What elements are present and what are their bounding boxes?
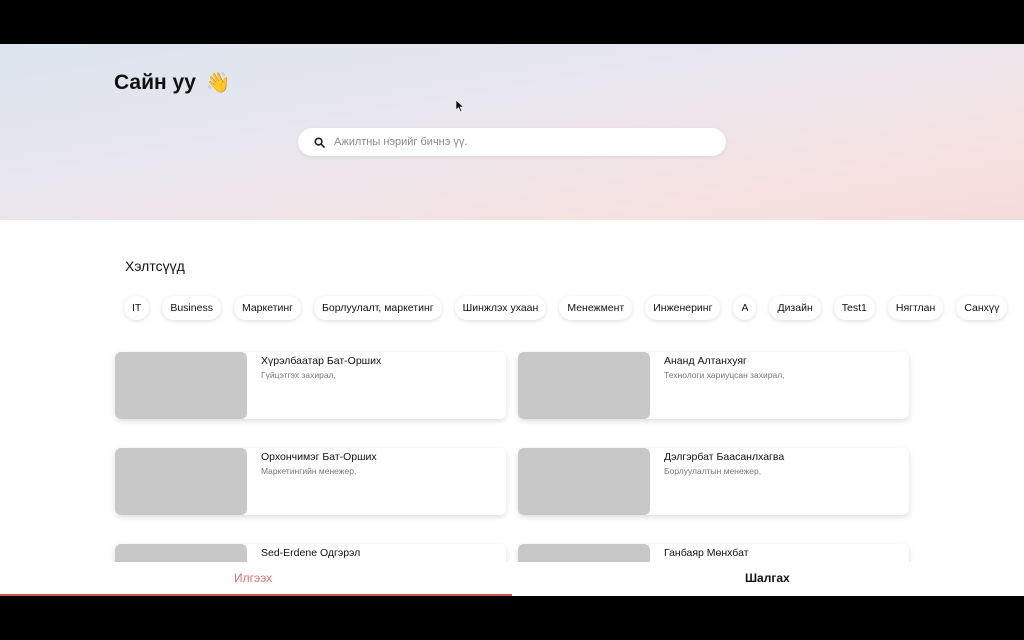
- employee-name: Орхончимэг Бат-Орших: [261, 451, 377, 463]
- employee-card[interactable]: Ананд Алтанхуяг Технологи хариуцсан захи…: [518, 352, 909, 419]
- tag-science[interactable]: Шинжлэх ухаан: [454, 296, 547, 320]
- search-input[interactable]: [332, 135, 696, 149]
- hero-header: Сайн уу 👋: [0, 44, 1024, 220]
- tag-a[interactable]: A: [733, 296, 757, 320]
- search-bar[interactable]: [298, 128, 726, 156]
- tag-design[interactable]: Дизайн: [769, 296, 821, 320]
- tag-it[interactable]: IT: [124, 296, 150, 320]
- app-frame: Сайн уу 👋 Хэлтсүүд IT Business Маркетинг…: [0, 44, 1024, 596]
- tab-check[interactable]: Шалгах: [745, 571, 790, 585]
- employee-name: Дэлгэрбат Баасанлхагва: [664, 451, 785, 463]
- active-tab-indicator: [0, 594, 512, 596]
- page-title: Сайн уу 👋: [114, 70, 231, 95]
- greeting-text: Сайн уу: [114, 71, 196, 94]
- employee-name: Sed-Erdene Одгэрэл: [261, 547, 361, 559]
- employee-title: Маркетингийн менежер,: [261, 466, 357, 476]
- employee-name: Ганбаяр Мөнхбат: [664, 547, 749, 559]
- employee-title: Гүйцэтгэх захирал,: [261, 370, 336, 380]
- employee-photo: [518, 352, 650, 419]
- tag-sales-marketing[interactable]: Борлуулалт, маркетинг: [314, 296, 442, 320]
- employee-card[interactable]: Хүрэлбаатар Бат-Орших Гүйцэтгэх захирал,: [115, 352, 506, 419]
- tag-finance[interactable]: Санхүү: [956, 296, 1008, 320]
- department-tags: IT Business Маркетинг Борлуулалт, маркет…: [124, 296, 1008, 320]
- search-icon: [314, 136, 325, 148]
- employee-card[interactable]: Дэлгэрбат Баасанлхагва Борлуулалтын мене…: [518, 448, 909, 515]
- bottom-tab-bar: Илгээх Шалгах: [0, 562, 1024, 596]
- tag-test1[interactable]: Test1: [833, 296, 875, 320]
- employee-photo: [115, 448, 247, 515]
- employee-name: Хүрэлбаатар Бат-Орших: [261, 355, 382, 367]
- tag-marketing[interactable]: Маркетинг: [233, 296, 302, 320]
- tab-send[interactable]: Илгээх: [234, 571, 272, 585]
- departments-heading: Хэлтсүүд: [125, 258, 185, 274]
- tag-engineering[interactable]: Инженеринг: [645, 296, 721, 320]
- waving-hand-icon: 👋: [205, 72, 231, 94]
- employee-title: Технологи хариуцсан захирал,: [664, 370, 785, 380]
- employee-photo: [115, 352, 247, 419]
- tag-business[interactable]: Business: [162, 296, 221, 320]
- employee-photo: [518, 448, 650, 515]
- tag-management[interactable]: Менежмент: [559, 296, 633, 320]
- tag-accounting[interactable]: Нягтлан: [887, 296, 944, 320]
- employee-card[interactable]: Орхончимэг Бат-Орших Маркетингийн менеже…: [115, 448, 506, 515]
- employee-title: Борлуулалтын менежер,: [664, 466, 762, 476]
- employee-name: Ананд Алтанхуяг: [664, 355, 747, 367]
- mouse-cursor-icon: [456, 100, 465, 113]
